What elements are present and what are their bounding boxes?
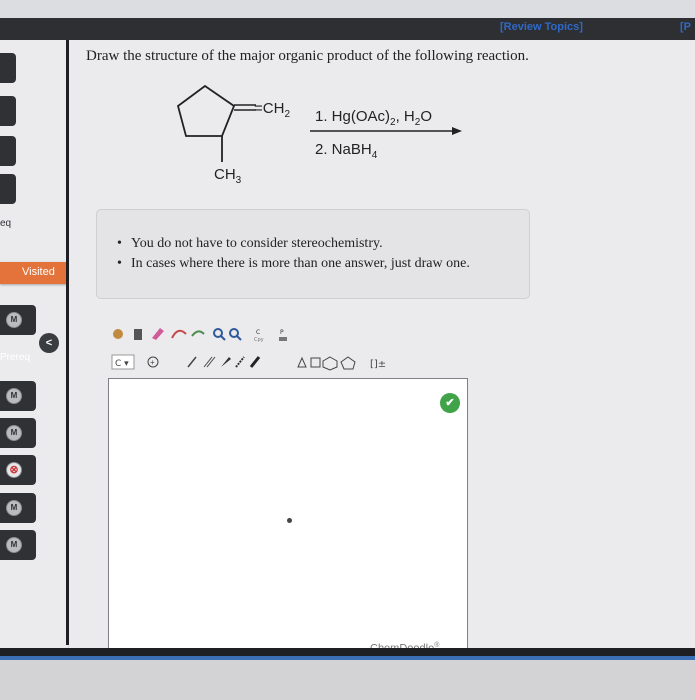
- sidebar-strip[interactable]: [0, 96, 16, 126]
- copy-icon: CCpy: [254, 329, 264, 343]
- sidebar-item[interactable]: M: [0, 305, 36, 335]
- charge-icon: +: [147, 356, 159, 368]
- sidebar-strip[interactable]: [0, 53, 16, 83]
- corner-link[interactable]: [P: [680, 21, 691, 33]
- bond-wedge-icon: [221, 357, 231, 367]
- lasso-icon: [171, 329, 187, 339]
- reagent-step-1: 1. Hg(OAc)2, H2O: [315, 108, 432, 128]
- bond-hash-icon: [235, 356, 245, 368]
- sidebar-item[interactable]: M: [0, 418, 36, 448]
- svg-text:+: +: [150, 358, 155, 367]
- module-badge: M: [6, 500, 22, 516]
- cyclobutane-icon: [310, 357, 321, 368]
- module-badge: M: [6, 312, 22, 328]
- zoom-in-icon: [213, 328, 226, 341]
- cyclopropane-icon: [297, 356, 307, 368]
- desk-area: [0, 660, 695, 700]
- sidebar-item[interactable]: M: [0, 530, 36, 560]
- sidebar-item[interactable]: M: [0, 381, 36, 411]
- cyclopentane-ring: [176, 84, 462, 162]
- sidebar-strip[interactable]: [0, 136, 16, 166]
- check-icon[interactable]: ✔: [440, 393, 460, 413]
- sidebar-item[interactable]: M: [0, 493, 36, 523]
- eraser-icon: [152, 328, 164, 340]
- canvas-cursor-dot: [287, 518, 292, 523]
- sidebar-divider: [66, 40, 69, 645]
- svg-text:P: P: [280, 329, 284, 336]
- question-prompt: Draw the structure of the major organic …: [86, 48, 529, 64]
- bond-single-icon: [187, 356, 197, 368]
- module-badge: M: [6, 425, 22, 441]
- reaction-scheme: =CH2 CH3 1. Hg(OAc)2, H2O 2. NaBH4: [150, 78, 480, 193]
- chemdoodle-toolbar: C Cpy P C ▾ + []±: [108, 322, 468, 372]
- review-topics-link[interactable]: [Review Topics]: [500, 21, 583, 33]
- svg-text:Cpy: Cpy: [254, 337, 264, 343]
- module-badge: M: [6, 537, 22, 553]
- text-tool-icon: []±: [370, 359, 386, 370]
- svg-text:C: C: [256, 329, 260, 336]
- instruction-item: You do not have to consider stereochemis…: [117, 236, 470, 252]
- svg-text:C ▾: C ▾: [115, 359, 129, 369]
- module-badge: M: [6, 388, 22, 404]
- collapse-sidebar-button[interactable]: <: [39, 333, 59, 353]
- benzene-icon: [322, 356, 338, 371]
- instructions-list: You do not have to consider stereochemis…: [117, 236, 470, 276]
- ch3-label: CH3: [214, 166, 242, 186]
- header-bar: [0, 18, 695, 40]
- instructions-box: You do not have to consider stereochemis…: [96, 209, 530, 299]
- bond-double-icon: [203, 356, 216, 368]
- svg-text:[]±: []±: [370, 359, 386, 370]
- footer-bar: [0, 648, 695, 656]
- instruction-item: In cases where there is more than one an…: [117, 256, 470, 272]
- browser-top-strip: [0, 0, 695, 18]
- pan-tool-icon: [113, 329, 123, 339]
- sidebar-label-eq: eq: [0, 218, 12, 229]
- zoom-out-icon: [229, 328, 242, 341]
- paste-icon: P: [279, 329, 287, 341]
- ch2-label: =CH2: [254, 100, 290, 120]
- atom-picker-icon: C ▾: [111, 354, 135, 370]
- cyclopentane-icon: [340, 356, 356, 370]
- clear-icon: [134, 329, 142, 340]
- sidebar-item[interactable]: ⊗: [0, 455, 36, 485]
- locked-badge: ⊗: [6, 462, 22, 478]
- undo-icon: [191, 330, 205, 337]
- bond-bold-icon: [249, 356, 261, 368]
- sidebar-label-prereq: Prereq: [0, 352, 31, 363]
- reagent-step-2: 2. NaBH4: [315, 141, 378, 161]
- sidebar-strip[interactable]: [0, 174, 16, 204]
